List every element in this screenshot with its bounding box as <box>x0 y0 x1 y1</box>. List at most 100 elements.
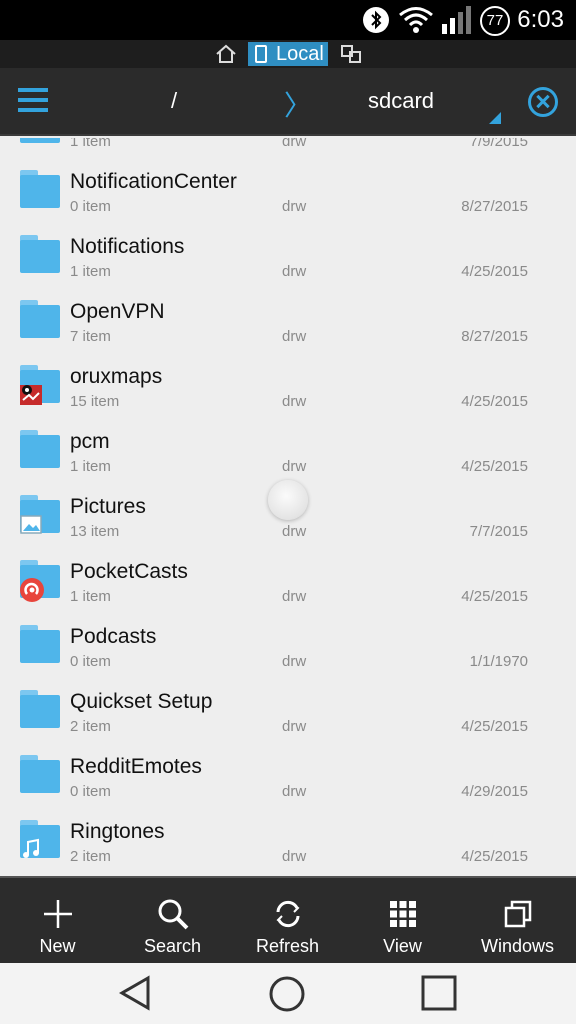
file-item-count: 1 item <box>70 588 111 605</box>
breadcrumb-current[interactable]: sdcard <box>330 88 472 114</box>
battery-icon: 77 <box>480 6 510 36</box>
file-permissions: drw <box>282 848 307 865</box>
bluetooth-icon <box>363 7 389 33</box>
status-bar: 77 6:03 <box>0 0 576 40</box>
file-date: 7/9/2015 <box>469 138 528 150</box>
close-icon[interactable] <box>528 87 558 117</box>
folder-icon <box>20 170 60 208</box>
folder-icon <box>20 690 60 728</box>
clock: 6:03 <box>517 6 564 33</box>
file-name: RedditEmotes <box>70 755 202 778</box>
file-name: Quickset Setup <box>70 690 213 713</box>
music-icon <box>20 838 42 860</box>
file-name: pcm <box>70 430 110 453</box>
back-icon[interactable] <box>118 975 154 1011</box>
system-nav-bar <box>0 963 576 1024</box>
recents-icon[interactable] <box>421 975 457 1011</box>
refresh-label: Refresh <box>255 936 320 956</box>
folder-icon <box>20 235 60 273</box>
file-item-count: 0 item <box>70 653 111 670</box>
file-date: 4/25/2015 <box>461 588 528 605</box>
file-date: 1/1/1970 <box>469 653 528 670</box>
file-date: 8/27/2015 <box>461 328 528 345</box>
folder-icon <box>20 138 60 143</box>
file-row[interactable]: oruxmaps 15 item drw 4/25/2015 <box>0 349 576 414</box>
file-row[interactable]: pcm 1 item drw 4/25/2015 <box>0 414 576 479</box>
scroll-handle[interactable] <box>268 480 308 520</box>
file-name: Podcasts <box>70 625 157 648</box>
search-button[interactable]: Search <box>115 878 230 965</box>
file-row[interactable]: NotificationCenter 0 item drw 8/27/2015 <box>0 154 576 219</box>
new-button[interactable]: New <box>0 878 115 965</box>
search-label: Search <box>143 936 202 956</box>
file-date: 4/25/2015 <box>461 458 528 475</box>
file-item-count: 15 item <box>70 393 120 410</box>
file-permissions: drw <box>282 653 307 670</box>
file-item-count: 7 item <box>70 328 111 345</box>
windows-button[interactable]: Windows <box>460 878 575 965</box>
file-item-count: 0 item <box>70 198 111 215</box>
file-name: OpenVPN <box>70 300 165 323</box>
phone-icon <box>255 45 267 63</box>
file-item-count: 1 item <box>70 458 111 475</box>
path-toolbar: / 〉 sdcard <box>0 68 576 136</box>
network-icon[interactable] <box>340 44 362 64</box>
folder-icon <box>20 300 60 338</box>
file-permissions: drw <box>282 588 307 605</box>
file-row[interactable]: RedditEmotes 0 item drw 4/29/2015 <box>0 739 576 804</box>
refresh-icon <box>276 900 300 928</box>
file-item-count: 0 item <box>70 783 111 800</box>
wifi-icon <box>399 7 433 33</box>
windows-label: Windows <box>480 936 555 956</box>
file-name: Pictures <box>70 495 146 518</box>
file-permissions: drw <box>282 328 307 345</box>
plus-icon <box>44 900 72 928</box>
file-item-count: 13 item <box>70 523 120 540</box>
local-tab[interactable]: Local <box>248 42 328 66</box>
file-name: Notifications <box>70 235 185 258</box>
file-permissions: drw <box>282 523 307 540</box>
bottom-toolbar: New Search Refresh View Windows <box>0 876 576 963</box>
file-permissions: drw <box>282 198 307 215</box>
grid-icon <box>390 901 416 927</box>
file-date: 4/29/2015 <box>461 783 528 800</box>
dropdown-corner-icon[interactable] <box>489 112 501 124</box>
mode-bar: Local <box>0 40 576 68</box>
file-row[interactable]: 1 item drw 7/9/2015 <box>0 138 576 154</box>
file-row[interactable]: Podcasts 0 item drw 1/1/1970 <box>0 609 576 674</box>
menu-icon[interactable] <box>18 88 48 114</box>
file-row[interactable]: OpenVPN 7 item drw 8/27/2015 <box>0 284 576 349</box>
home-icon[interactable] <box>215 44 237 64</box>
search-icon <box>158 899 189 930</box>
file-name: Ringtones <box>70 820 165 843</box>
refresh-button[interactable]: Refresh <box>230 878 345 965</box>
file-item-count: 1 item <box>70 138 111 150</box>
file-date: 4/25/2015 <box>461 848 528 865</box>
file-row[interactable]: Ringtones 2 item drw 4/25/2015 <box>0 804 576 869</box>
file-permissions: drw <box>282 718 307 735</box>
view-button[interactable]: View <box>345 878 460 965</box>
file-permissions: drw <box>282 263 307 280</box>
battery-level: 77 <box>486 12 504 29</box>
file-permissions: drw <box>282 138 307 150</box>
file-date: 8/27/2015 <box>461 198 528 215</box>
windows-icon <box>504 900 532 928</box>
file-row[interactable]: Notifications 1 item drw 4/25/2015 <box>0 219 576 284</box>
file-name: NotificationCenter <box>70 170 237 193</box>
file-date: 4/25/2015 <box>461 718 528 735</box>
file-permissions: drw <box>282 783 307 800</box>
home-icon[interactable] <box>268 975 306 1013</box>
pocketcasts-icon <box>20 578 44 602</box>
file-item-count: 2 item <box>70 718 111 735</box>
file-date: 4/25/2015 <box>461 393 528 410</box>
file-permissions: drw <box>282 458 307 475</box>
file-row[interactable]: Quickset Setup 2 item drw 4/25/2015 <box>0 674 576 739</box>
file-date: 7/7/2015 <box>469 523 528 540</box>
folder-icon <box>20 755 60 793</box>
breadcrumb-root[interactable]: / <box>164 88 184 114</box>
oruxmaps-icon <box>20 383 42 405</box>
file-row[interactable]: PocketCasts 1 item drw 4/25/2015 <box>0 544 576 609</box>
file-date: 4/25/2015 <box>461 263 528 280</box>
local-label: Local <box>276 43 324 65</box>
new-label: New <box>39 936 76 956</box>
